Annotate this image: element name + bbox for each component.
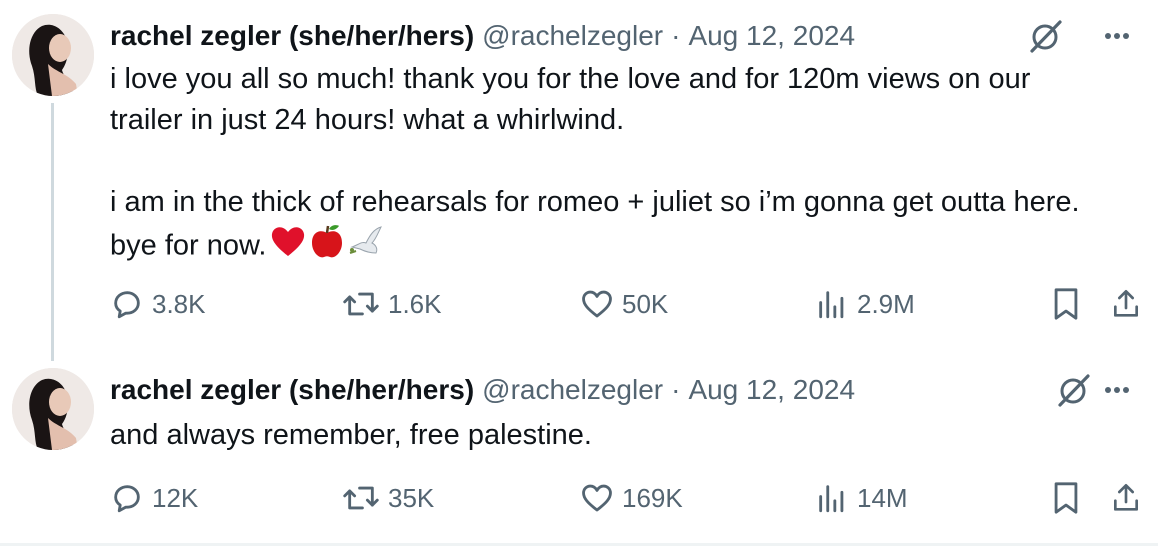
reply-count: 3.8K	[152, 288, 206, 319]
author-handle[interactable]: @rachelzegler	[482, 20, 663, 52]
views-icon	[819, 485, 844, 513]
heart-outline-icon	[582, 290, 612, 318]
like-count: 50K	[622, 288, 669, 319]
share-icon	[1114, 484, 1138, 511]
author-handle[interactable]: @rachelzegler	[482, 374, 663, 406]
tweet-actions: 12K 35K 169K 14M	[0, 476, 1158, 520]
apple-icon	[310, 223, 344, 271]
repost-count: 35K	[388, 482, 435, 513]
reply-button[interactable]: 3.8K	[110, 282, 206, 326]
views-button[interactable]: 2.9M	[815, 282, 915, 326]
tweet-text: and always remember, free palestine.	[110, 419, 592, 451]
reply-icon	[114, 291, 140, 319]
avatar[interactable]	[12, 368, 94, 450]
share-button[interactable]	[1106, 282, 1146, 326]
views-count: 2.9M	[857, 288, 915, 319]
tweet-header: rachel zegler (she/her/hers) @rachelzegl…	[110, 370, 855, 410]
separator-dot: ·	[671, 374, 681, 405]
views-count: 14M	[857, 482, 908, 513]
share-icon	[1114, 290, 1138, 317]
bookmark-button[interactable]	[1046, 282, 1086, 326]
repost-count: 1.6K	[388, 288, 442, 319]
repost-icon	[343, 486, 379, 510]
views-button[interactable]: 14M	[815, 476, 908, 520]
reply-button[interactable]: 12K	[110, 476, 198, 520]
reply-icon	[114, 485, 140, 513]
separator-dot: ·	[671, 20, 681, 51]
repost-button[interactable]: 35K	[342, 476, 434, 520]
avatar[interactable]	[12, 14, 94, 96]
tweet-text: i love you all so much! thank you for th…	[110, 59, 1150, 271]
tweet-body: i love you all so much! thank you for th…	[110, 63, 1080, 262]
tweet-actions: 3.8K 1.6K 50K 2.9M	[0, 282, 1158, 326]
repost-button[interactable]: 1.6K	[342, 282, 442, 326]
tweet-date[interactable]: Aug 12, 2024	[688, 20, 855, 52]
share-button[interactable]	[1106, 476, 1146, 520]
dove-icon	[348, 223, 384, 271]
like-button[interactable]: 169K	[580, 476, 683, 520]
grok-icon[interactable]	[1028, 18, 1064, 54]
like-count: 169K	[622, 482, 683, 513]
more-options-icon[interactable]	[1084, 18, 1144, 54]
bookmark-icon	[1054, 482, 1078, 514]
author-name[interactable]: rachel zegler (she/her/hers)	[110, 374, 474, 406]
tweet-header: rachel zegler (she/her/hers) @rachelzegl…	[110, 16, 855, 56]
reply-count: 12K	[152, 482, 199, 513]
views-icon	[819, 291, 844, 319]
tweet-date[interactable]: Aug 12, 2024	[688, 374, 855, 406]
more-options-icon[interactable]	[1084, 372, 1144, 408]
like-button[interactable]: 50K	[580, 282, 668, 326]
bookmark-button[interactable]	[1046, 476, 1086, 520]
tweet-2[interactable]: rachel zegler (she/her/hers) @rachelzegl…	[0, 360, 1158, 546]
bookmark-icon	[1054, 288, 1078, 320]
repost-icon	[343, 292, 379, 316]
author-name[interactable]: rachel zegler (she/her/hers)	[110, 20, 474, 52]
heart-icon	[270, 224, 306, 270]
tweet-1[interactable]: rachel zegler (she/her/hers) @rachelzegl…	[0, 0, 1158, 361]
heart-outline-icon	[582, 484, 612, 512]
